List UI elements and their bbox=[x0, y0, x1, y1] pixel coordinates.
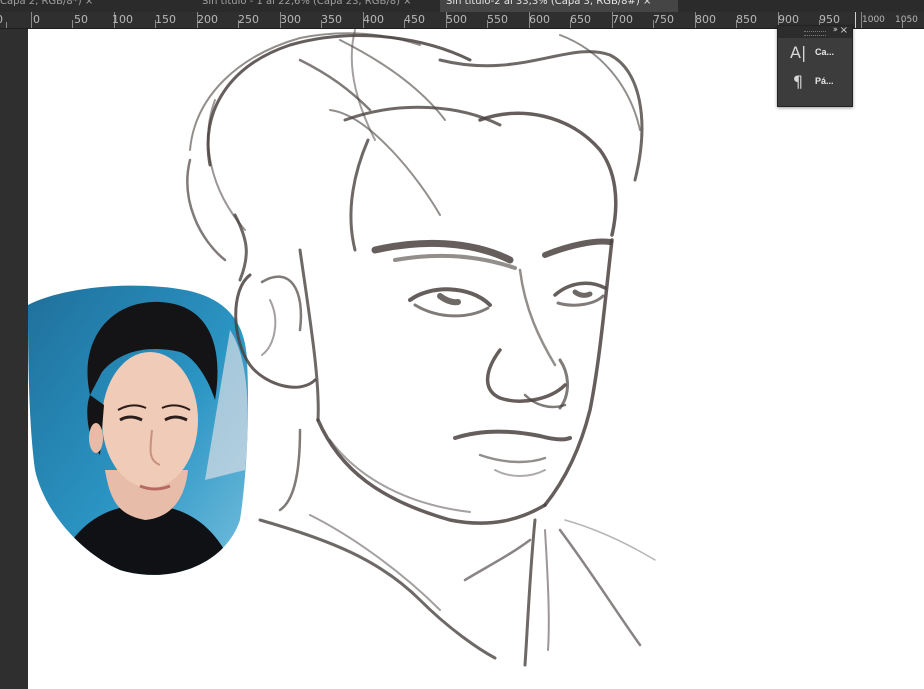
character-panel-label: Ca... bbox=[815, 47, 835, 57]
ruler-label: 50 bbox=[74, 13, 88, 26]
ruler-label: 1050 bbox=[895, 15, 918, 25]
paragraph-panel-button[interactable]: ¶ Pá... bbox=[778, 68, 852, 96]
ruler-label: 0 bbox=[33, 13, 40, 26]
ruler-label: 100 bbox=[112, 13, 133, 26]
paragraph-panel-label: Pá... bbox=[815, 76, 834, 86]
ruler-label: 700 bbox=[612, 13, 633, 26]
pencil-sketch bbox=[186, 29, 656, 667]
type-panel-dock: ›› × A| Ca... ¶ Pá... bbox=[777, 25, 853, 107]
ruler-label: 850 bbox=[736, 13, 757, 26]
document-tab-3-active[interactable]: Sin título-2 al 33,3% (Capa 3, RGB/8#) × bbox=[440, 0, 678, 12]
document-tab-bar: Capa 2, RGB/8*) × Sin título - 1 al 22,6… bbox=[0, 0, 924, 12]
ruler-label: 1000 bbox=[862, 15, 885, 25]
sketch-artwork bbox=[28, 29, 656, 667]
ruler-label: 250 bbox=[238, 13, 259, 26]
document-canvas[interactable] bbox=[28, 29, 924, 689]
character-icon: A| bbox=[790, 43, 807, 62]
ruler-label: 500 bbox=[446, 13, 467, 26]
character-panel-button[interactable]: A| Ca... bbox=[778, 39, 852, 67]
ruler-label: 750 bbox=[653, 13, 674, 26]
ruler-label: 650 bbox=[570, 13, 591, 26]
ruler-label: 200 bbox=[197, 13, 218, 26]
paragraph-icon: ¶ bbox=[792, 72, 804, 91]
panel-grip-handle[interactable] bbox=[804, 31, 826, 36]
vertical-ruler[interactable] bbox=[0, 29, 28, 689]
ruler-label: 800 bbox=[695, 13, 716, 26]
document-tab-2[interactable]: Sin título - 1 al 22,6% (Capa 23, RGB/8)… bbox=[196, 0, 434, 12]
ruler-label: 600 bbox=[529, 13, 550, 26]
ruler-label: 0 bbox=[0, 13, 3, 26]
ruler-label: 550 bbox=[487, 13, 508, 26]
ruler-label: 450 bbox=[404, 13, 425, 26]
collapse-icon[interactable]: ›› bbox=[833, 25, 838, 35]
document-tab-1[interactable]: Capa 2, RGB/8*) × bbox=[0, 0, 190, 12]
ruler-label: 400 bbox=[363, 13, 384, 26]
panel-header[interactable]: ›› × bbox=[778, 25, 852, 38]
close-icon[interactable]: × bbox=[840, 25, 848, 36]
ruler-label: 300 bbox=[280, 13, 301, 26]
ruler-label: 150 bbox=[155, 13, 176, 26]
reference-photo bbox=[28, 285, 249, 575]
ruler-label: 350 bbox=[321, 13, 342, 26]
